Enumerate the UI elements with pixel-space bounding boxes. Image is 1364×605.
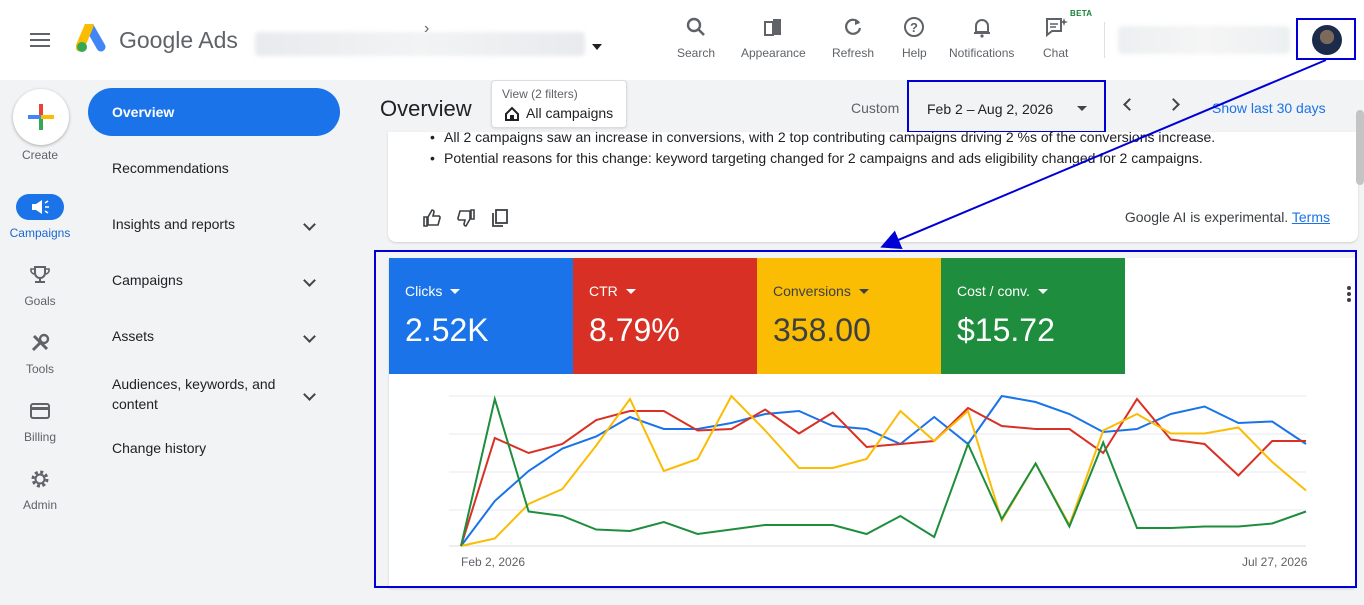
ai-insight-line: All 2 campaigns saw an increase in conve… — [430, 132, 1215, 145]
rail-item-tools[interactable]: Tools — [0, 330, 80, 376]
brand-name: Google Ads — [119, 27, 238, 53]
scrollbar[interactable] — [1356, 110, 1364, 185]
thumbs-up-icon[interactable] — [422, 208, 442, 228]
help-tool[interactable]: ? Help — [902, 14, 927, 60]
search-icon — [686, 17, 705, 36]
nav-item-recommendations[interactable]: Recommendations — [88, 160, 340, 176]
chevron-down-icon — [303, 273, 316, 287]
chart-highlight-box — [374, 250, 1357, 588]
page-title: Overview — [380, 96, 472, 121]
appearance-tool[interactable]: Appearance — [741, 14, 806, 60]
svg-text:?: ? — [910, 20, 918, 35]
beta-badge: BETA — [1070, 9, 1093, 18]
chat-icon — [1045, 18, 1068, 38]
chat-tool[interactable]: Chat — [1043, 14, 1068, 60]
rail-item-campaigns[interactable]: Campaigns — [0, 194, 80, 240]
bell-icon — [973, 19, 990, 38]
nav-item-audiences[interactable]: Audiences, keywords, and content — [88, 374, 340, 414]
megaphone-icon — [32, 200, 49, 214]
chevron-right-icon: › — [424, 20, 430, 37]
notifications-tool[interactable]: Notifications — [949, 14, 1014, 60]
view-filter-selector[interactable]: View (2 filters) All campaigns — [491, 80, 627, 128]
ai-insight-line: Potential reasons for this change: keywo… — [430, 150, 1203, 166]
nav-item-campaigns[interactable]: Campaigns — [88, 272, 340, 288]
rail-item-billing[interactable]: Billing — [0, 398, 80, 444]
thumbs-down-icon[interactable] — [456, 208, 476, 228]
toolbar-divider — [1104, 22, 1105, 58]
terms-link[interactable]: Terms — [1292, 209, 1330, 225]
date-range-picker[interactable]: Feb 2 – Aug 2, 2026 — [907, 80, 1106, 133]
tools-icon — [31, 333, 50, 352]
chevron-down-icon — [303, 387, 316, 401]
avatar[interactable] — [1312, 25, 1342, 55]
date-range-type: Custom — [851, 100, 900, 116]
credit-card-icon — [30, 403, 50, 419]
search-tool[interactable]: Search — [677, 14, 715, 60]
nav-item-assets[interactable]: Assets — [88, 328, 340, 344]
user-account-info[interactable] — [1118, 26, 1290, 54]
menu-icon[interactable] — [30, 33, 50, 47]
nav-item-insights[interactable]: Insights and reports — [88, 216, 340, 232]
ai-insight-card: All 2 campaigns saw an increase in conve… — [388, 132, 1358, 242]
refresh-tool[interactable]: Refresh — [832, 14, 874, 60]
rail-item-goals[interactable]: Goals — [0, 262, 80, 308]
dropdown-caret-icon — [1077, 106, 1087, 111]
create-button[interactable] — [13, 89, 69, 145]
account-selector[interactable] — [255, 32, 585, 56]
copy-icon[interactable] — [490, 208, 510, 228]
nav-item-change-history[interactable]: Change history — [88, 440, 340, 456]
avatar-highlight-box — [1296, 18, 1356, 60]
nav-item-overview[interactable]: Overview — [88, 88, 340, 136]
google-ads-logo-icon — [76, 24, 106, 52]
refresh-icon — [845, 18, 862, 35]
next-period-icon[interactable] — [1167, 98, 1180, 111]
chevron-down-icon — [303, 329, 316, 343]
help-icon: ? — [904, 17, 925, 37]
account-dropdown-icon[interactable] — [592, 44, 602, 50]
top-bar: Google Ads › Search Appearance Refresh ?… — [0, 0, 1364, 80]
appearance-icon — [764, 19, 782, 36]
home-icon — [505, 106, 519, 121]
gear-icon — [31, 470, 49, 488]
create-label: Create — [21, 148, 59, 162]
rail-item-admin[interactable]: Admin — [0, 466, 80, 512]
trophy-icon — [30, 266, 50, 283]
show-last-30-days-link[interactable]: Show last 30 days — [1212, 100, 1326, 116]
ai-disclaimer: Google AI is experimental. Terms — [1124, 209, 1330, 225]
previous-period-icon[interactable] — [1123, 98, 1136, 111]
chevron-down-icon — [303, 217, 316, 231]
